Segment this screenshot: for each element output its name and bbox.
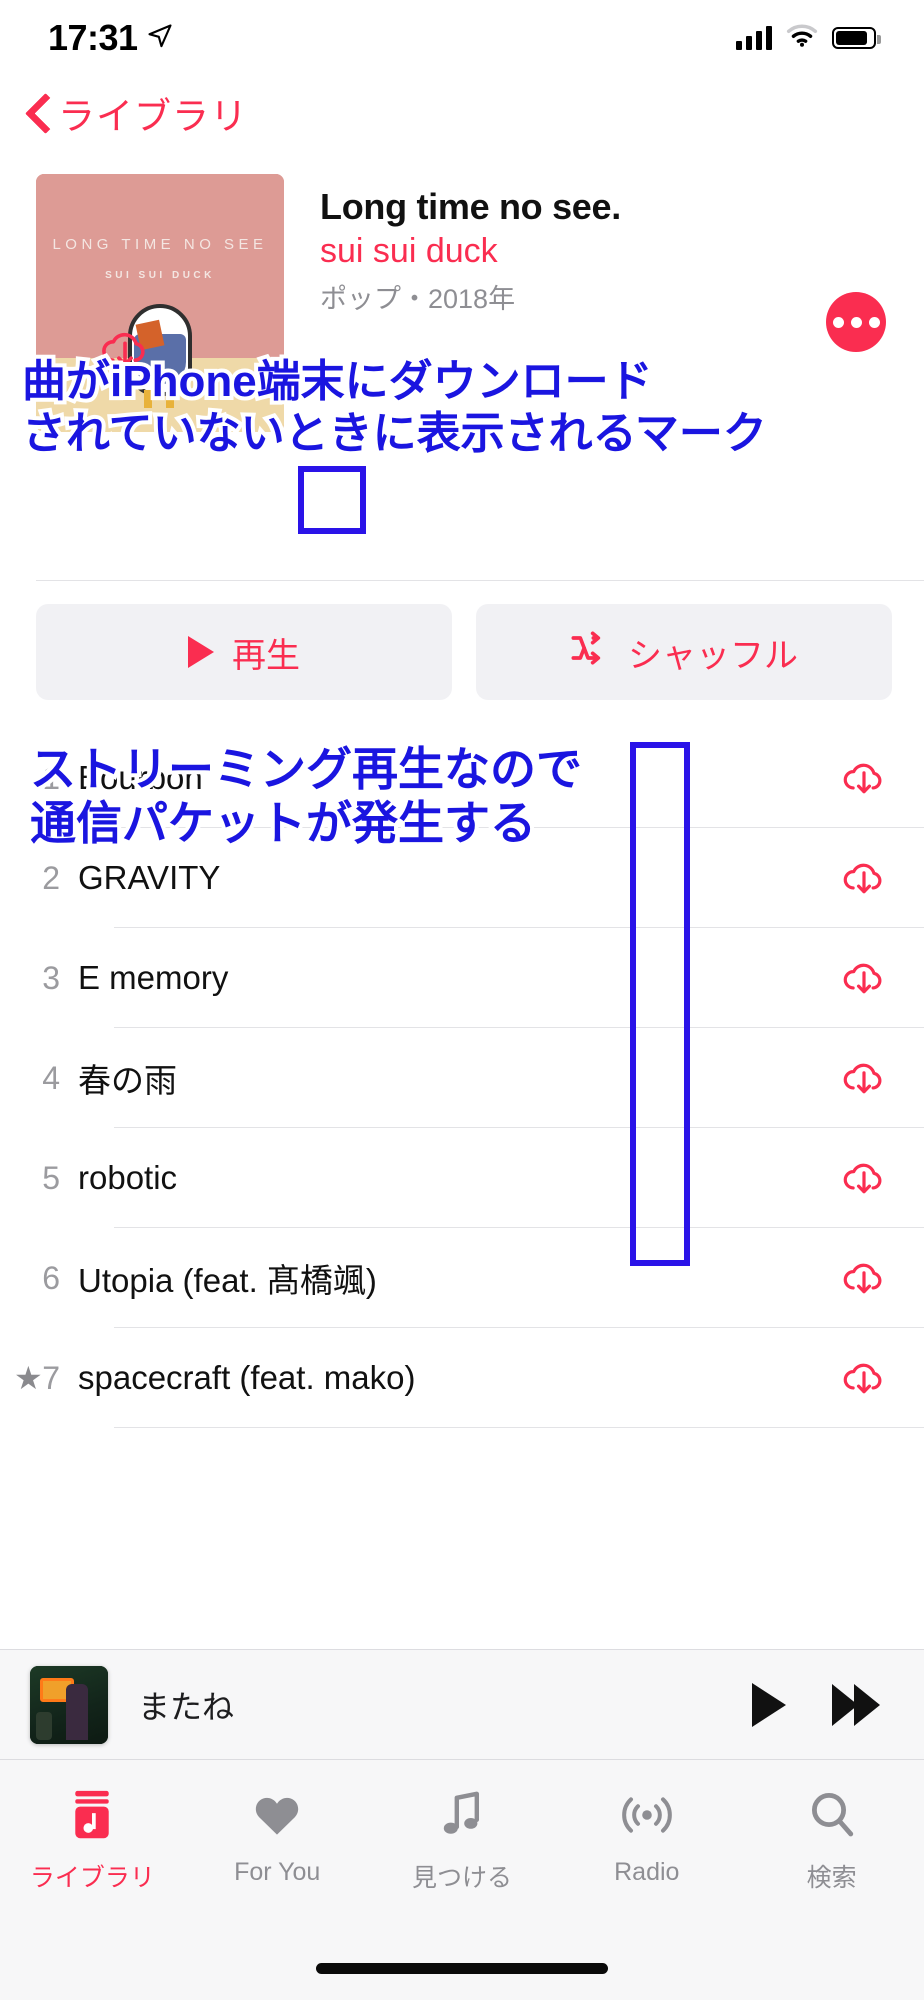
album-artist[interactable]: sui sui duck [320, 232, 880, 271]
fast-forward-icon[interactable] [832, 1683, 880, 1726]
track-number: 3 [42, 959, 60, 996]
cloud-download-icon [843, 1363, 882, 1394]
track-download-button[interactable] [804, 1056, 924, 1100]
track-row[interactable]: ★ 7 spacecraft (feat. mako) [0, 1328, 924, 1428]
track-download-button[interactable] [804, 1156, 924, 1200]
home-indicator [316, 1963, 608, 1974]
tab-label: 検索 [806, 1864, 857, 1892]
status-bar: 17:31 [0, 0, 924, 76]
more-options-button[interactable] [826, 292, 886, 352]
play-icon [188, 636, 214, 668]
play-button-label: 再生 [232, 636, 300, 675]
status-bar-clock: 17:31 [48, 17, 138, 58]
play-button[interactable]: 再生 [36, 604, 452, 700]
track-download-button[interactable] [804, 956, 924, 1000]
track-title: 春の雨 [78, 1062, 177, 1099]
battery-icon [832, 27, 881, 49]
track-row[interactable]: 5 robotic [0, 1128, 924, 1228]
tab-radio[interactable]: Radio [554, 1784, 739, 1887]
library-icon [69, 1784, 115, 1846]
track-row[interactable]: 4 春の雨 [0, 1028, 924, 1128]
track-divider [114, 1427, 924, 1428]
cloud-download-icon [843, 1163, 882, 1194]
annotation-download-mark: 曲がiPhone端末にダウンロード されていないときに表示されるマーク [18, 353, 771, 462]
album-action-buttons: 再生 シャッフル [36, 604, 892, 700]
shuffle-icon [570, 631, 610, 674]
album-meta: Long time no see. sui sui duck ポップ・2018年 [320, 186, 880, 316]
cloud-download-icon [843, 863, 882, 894]
mini-player-controls [752, 1682, 894, 1727]
track-title: Utopia (feat. 髙橋颯) [78, 1262, 377, 1299]
status-bar-time-group: 17:31 [48, 17, 174, 59]
track-number: 6 [42, 1259, 60, 1296]
cloud-download-icon [843, 963, 882, 994]
track-number: 2 [42, 859, 60, 896]
cloud-download-icon [843, 1263, 882, 1294]
heart-icon [252, 1784, 302, 1846]
back-button-library[interactable]: ライブラリ [26, 86, 248, 140]
search-icon [808, 1784, 856, 1846]
play-icon[interactable] [752, 1682, 786, 1727]
mini-player-artwork[interactable] [30, 1665, 108, 1744]
divider-above-actions [36, 580, 924, 581]
more-ellipsis-icon [832, 316, 844, 328]
tab-music-note[interactable]: 見つける [370, 1784, 555, 1894]
shuffle-button[interactable]: シャッフル [476, 604, 892, 700]
mini-player-title: またね [138, 1688, 235, 1725]
app-screen: 17:31 ライブラリ LONG TIME NO SEE SUI SUI DUC… [0, 0, 924, 2000]
cellular-signal-icon [736, 26, 772, 50]
highlight-box-track-downloads [630, 742, 690, 1266]
track-title: robotic [78, 1159, 178, 1196]
artwork-artist-text: SUI SUI DUCK [105, 270, 215, 281]
chevron-left-icon [26, 94, 48, 132]
track-title: GRAVITY [78, 859, 221, 896]
track-download-button[interactable] [804, 756, 924, 800]
album-genre-year: ポップ・2018年 [320, 284, 516, 314]
music-note-icon [439, 1784, 485, 1846]
tab-library[interactable]: ライブラリ [0, 1784, 185, 1894]
navigation-bar: ライブラリ [0, 86, 924, 152]
track-title: E memory [78, 959, 229, 996]
track-title: spacecraft (feat. mako) [78, 1359, 416, 1396]
album-title: Long time no see. [320, 186, 621, 227]
track-download-button[interactable] [804, 1256, 924, 1300]
radio-icon [619, 1784, 675, 1846]
back-button-label: ライブラリ [58, 96, 248, 137]
highlight-box-album-download [298, 466, 366, 534]
tab-search[interactable]: 検索 [739, 1784, 924, 1894]
shuffle-button-label: シャッフル [628, 636, 798, 675]
mini-player[interactable]: またね [0, 1649, 924, 1759]
cloud-download-icon [843, 1063, 882, 1094]
artwork-title-text: LONG TIME NO SEE [52, 236, 268, 253]
track-number: 5 [42, 1159, 60, 1196]
status-bar-indicators [736, 24, 881, 53]
wifi-icon [786, 24, 818, 53]
track-row[interactable]: 6 Utopia (feat. 髙橋颯) [0, 1228, 924, 1328]
track-number: 4 [42, 1059, 60, 1096]
tab-label: 見つける [411, 1864, 512, 1892]
cloud-download-icon [843, 763, 882, 794]
tab-label: ライブラリ [29, 1864, 155, 1892]
tab-label: Radio [614, 1858, 680, 1886]
track-row[interactable]: 3 E memory [0, 928, 924, 1028]
tab-heart[interactable]: For You [185, 1784, 370, 1887]
track-star-icon: ★ [14, 1360, 43, 1396]
tab-label: For You [234, 1858, 321, 1886]
location-arrow-icon [146, 17, 174, 59]
annotation-streaming-packets: ストリーミング再生なので 通信パケットが発生する [26, 739, 586, 853]
track-download-button[interactable] [804, 1356, 924, 1400]
track-download-button[interactable] [804, 856, 924, 900]
